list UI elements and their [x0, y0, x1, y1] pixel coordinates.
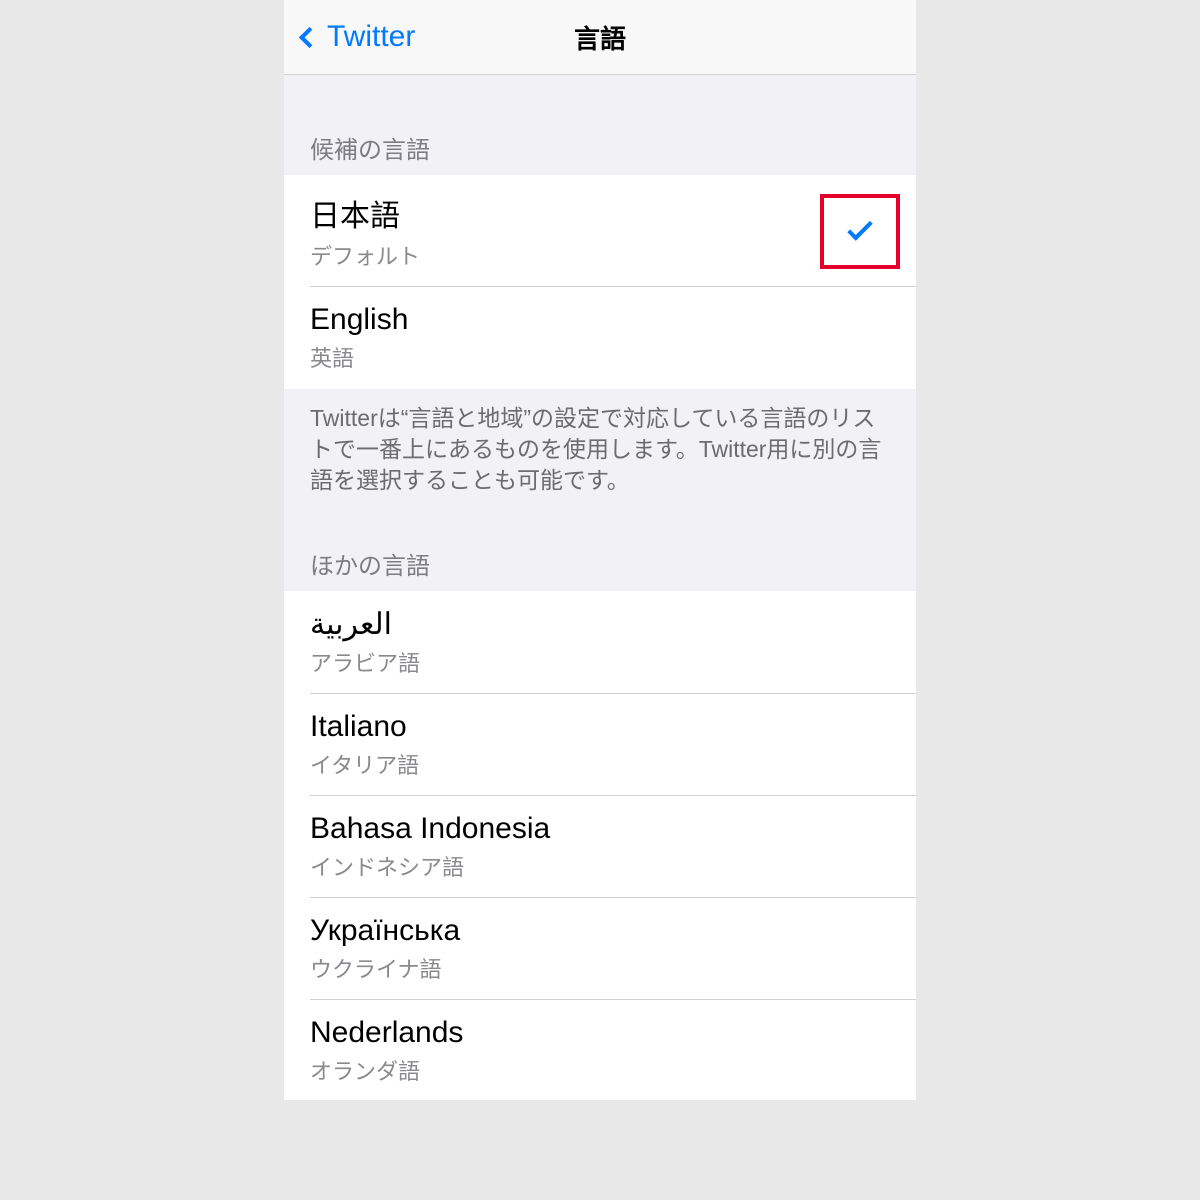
list-item-texts: Italiano イタリア語: [310, 710, 890, 780]
navbar: Twitter 言語: [284, 0, 916, 75]
section-footer: Twitterは“言語と地域”の設定で対応している言語のリストで一番上にあるもの…: [284, 389, 916, 526]
language-name: 日本語: [310, 191, 820, 235]
list-item-texts: Bahasa Indonesia インドネシア語: [310, 812, 890, 882]
list-item[interactable]: Українська ウクライナ語: [284, 898, 916, 1000]
section-header-suggested: 候補の言語: [284, 75, 916, 175]
list-item-texts: Nederlands オランダ語: [310, 1016, 890, 1086]
language-name: Bahasa Indonesia: [310, 812, 890, 846]
other-list: العربية アラビア語 Italiano イタリア語 Bahasa Indo…: [284, 591, 916, 1100]
page-title: 言語: [574, 19, 626, 56]
highlight-annotation: [820, 194, 900, 269]
language-name: English: [310, 303, 890, 337]
back-button[interactable]: Twitter: [296, 20, 415, 54]
language-subtitle: ウクライナ語: [310, 952, 890, 984]
list-item[interactable]: Nederlands オランダ語: [284, 1000, 916, 1100]
language-subtitle: デフォルト: [310, 239, 820, 271]
settings-screen: Twitter 言語 候補の言語 日本語 デフォルト English 英語 Tw…: [284, 0, 916, 1100]
language-subtitle: 英語: [310, 341, 890, 373]
list-item[interactable]: Italiano イタリア語: [284, 694, 916, 796]
language-subtitle: オランダ語: [310, 1054, 890, 1086]
chevron-left-icon: [299, 26, 320, 47]
language-name: Nederlands: [310, 1016, 890, 1050]
list-item-texts: English 英語: [310, 303, 890, 373]
language-name: Українська: [310, 914, 890, 948]
checkmark-icon: [847, 215, 872, 240]
language-name: Italiano: [310, 710, 890, 744]
section-header-other: ほかの言語: [284, 526, 916, 591]
language-subtitle: イタリア語: [310, 748, 890, 780]
language-subtitle: インドネシア語: [310, 850, 890, 882]
back-label: Twitter: [327, 20, 415, 54]
language-subtitle: アラビア語: [310, 646, 890, 678]
list-item-texts: Українська ウクライナ語: [310, 914, 890, 984]
suggested-list: 日本語 デフォルト English 英語: [284, 175, 916, 389]
list-item-texts: العربية アラビア語: [310, 607, 890, 678]
list-item[interactable]: English 英語: [284, 287, 916, 389]
language-name: العربية: [310, 607, 890, 642]
list-item[interactable]: 日本語 デフォルト: [284, 175, 916, 287]
list-item[interactable]: العربية アラビア語: [284, 591, 916, 694]
list-item-texts: 日本語 デフォルト: [310, 191, 820, 271]
list-item[interactable]: Bahasa Indonesia インドネシア語: [284, 796, 916, 898]
